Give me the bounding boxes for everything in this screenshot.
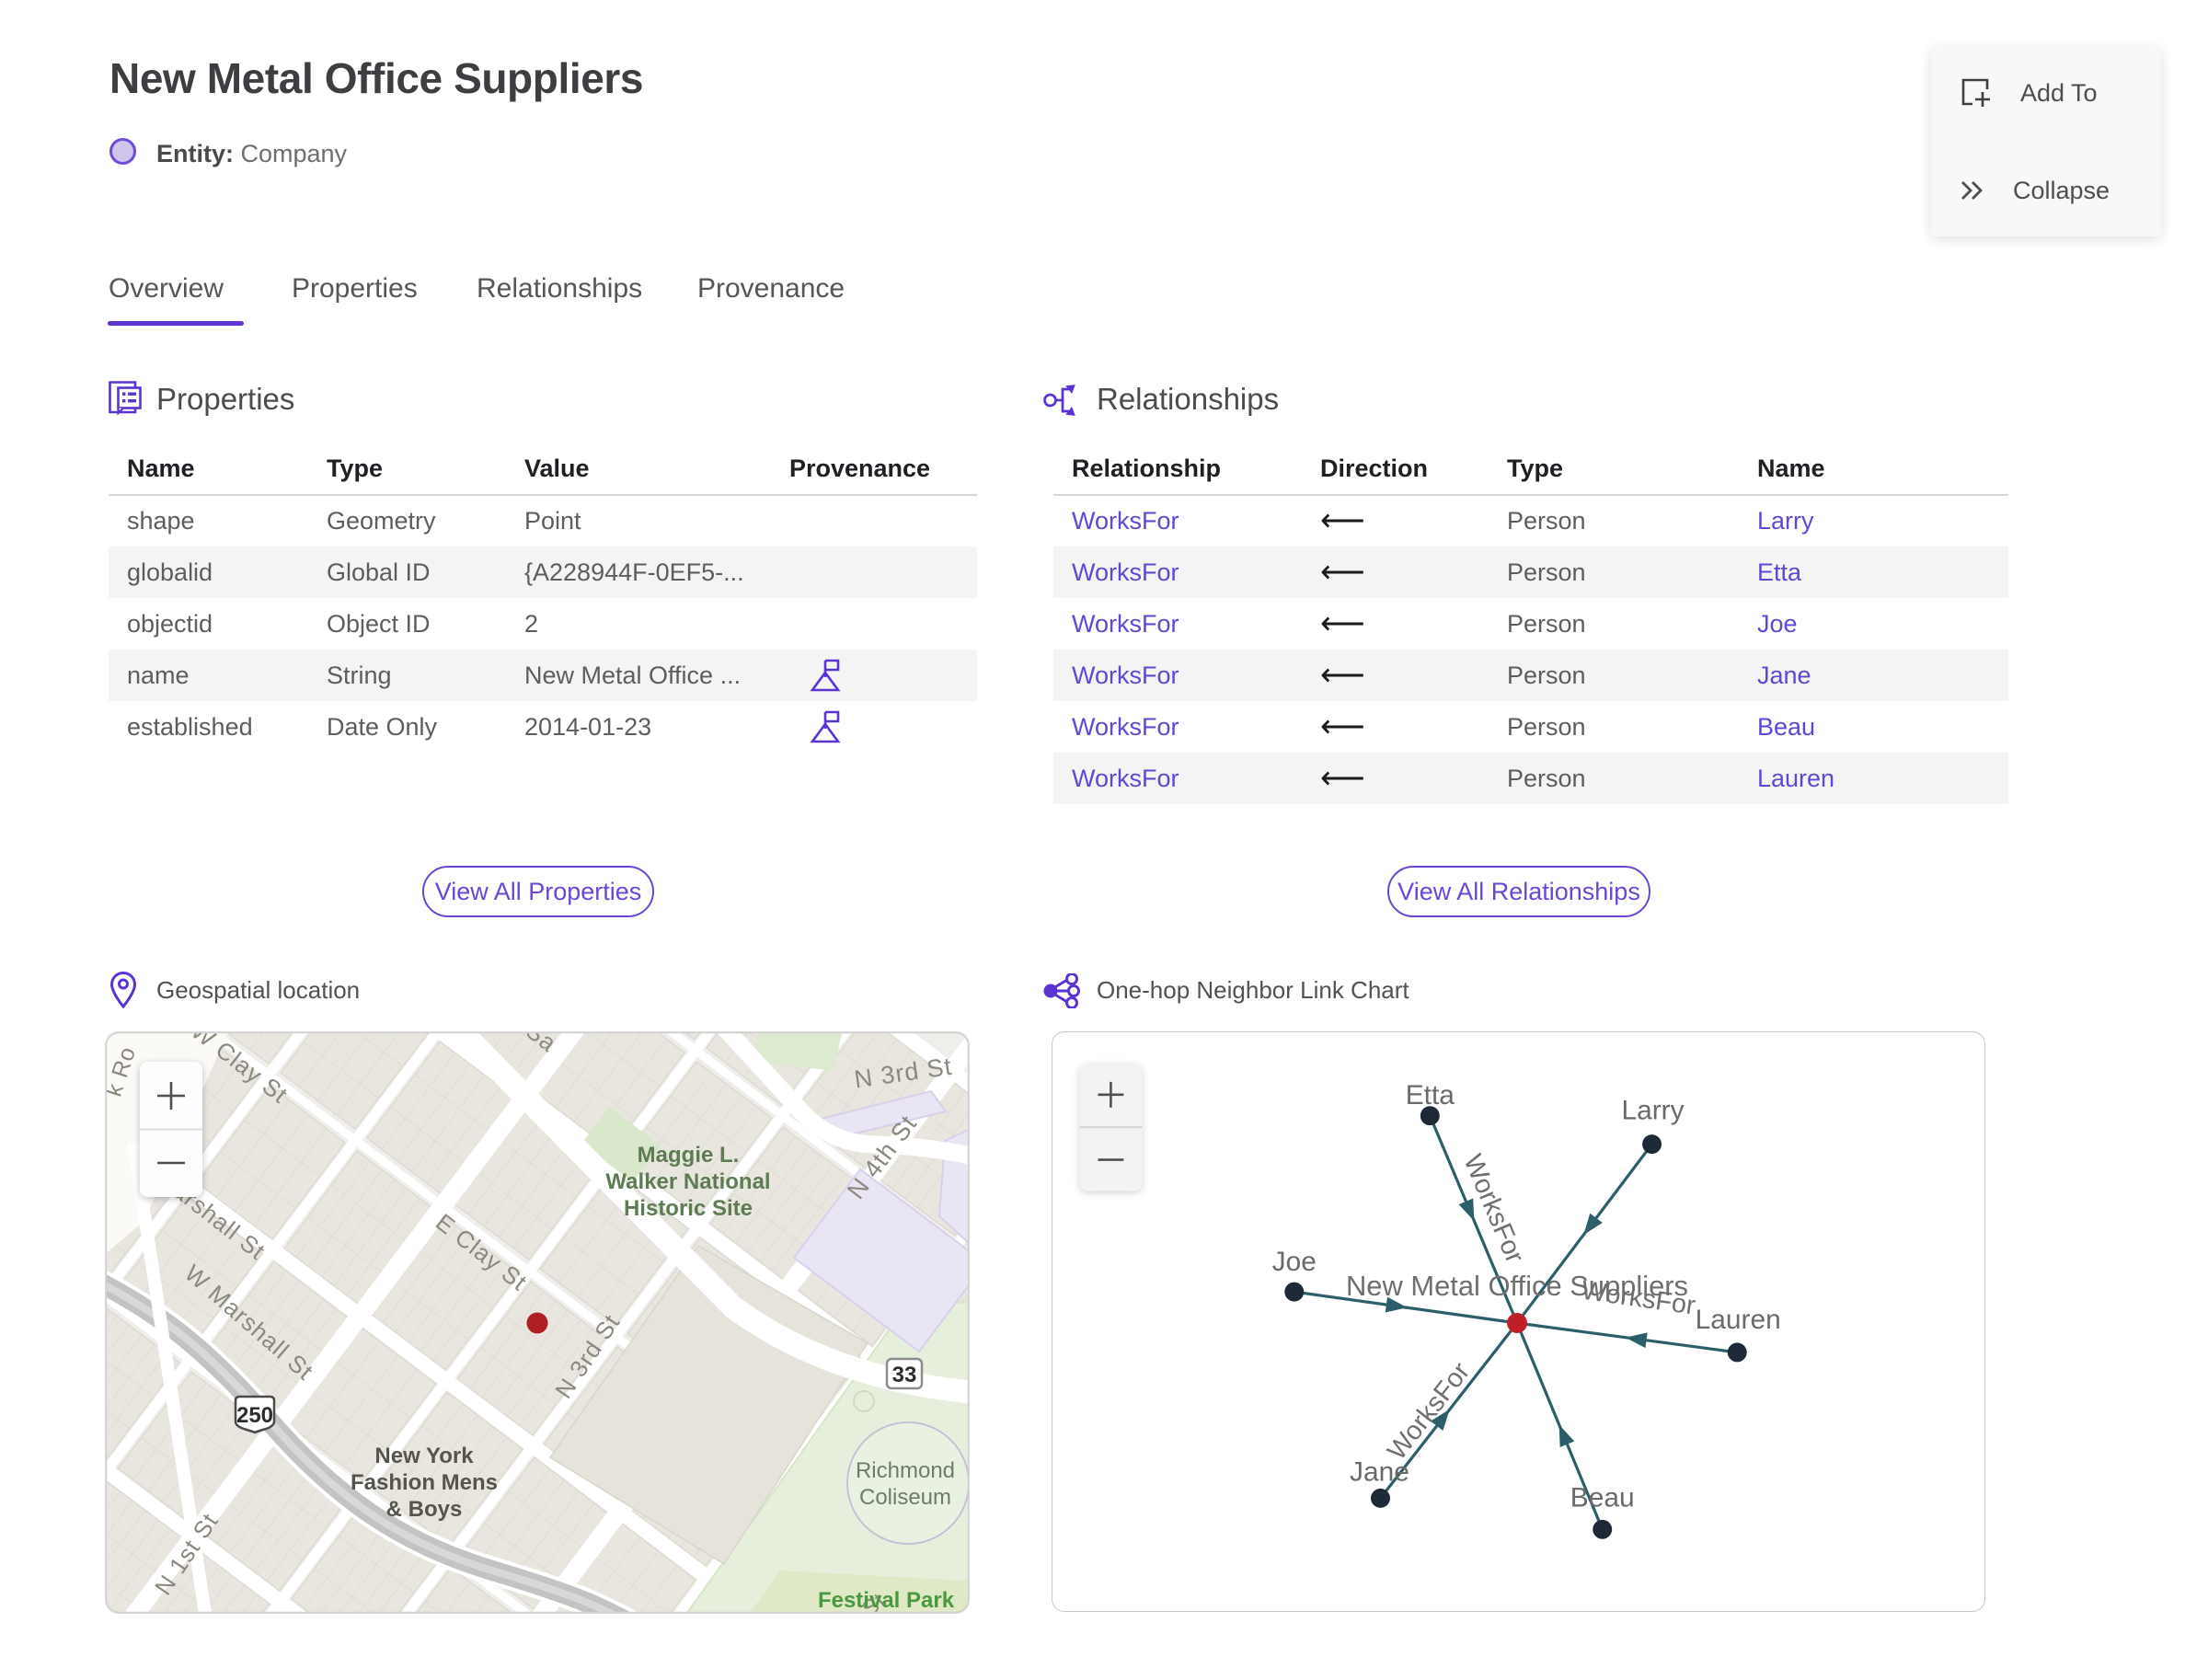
svg-text:33: 33	[892, 1363, 917, 1387]
svg-text:Festival Park: Festival Park	[818, 1588, 955, 1613]
svg-text:Coliseum: Coliseum	[859, 1485, 951, 1510]
svg-text:& Boys: & Boys	[386, 1497, 463, 1522]
svg-text:Etta: Etta	[1406, 1080, 1455, 1110]
svg-text:New York: New York	[374, 1444, 474, 1468]
svg-text:Beau: Beau	[1570, 1482, 1635, 1513]
svg-text:Fashion Mens: Fashion Mens	[351, 1470, 498, 1495]
svg-text:Lauren: Lauren	[1696, 1305, 1781, 1335]
svg-text:Walker National: Walker National	[605, 1169, 770, 1194]
svg-text:Maggie L.: Maggie L.	[638, 1143, 740, 1168]
svg-text:250: 250	[236, 1403, 273, 1428]
svg-text:Richmond: Richmond	[856, 1458, 955, 1483]
svg-text:Joe: Joe	[1272, 1247, 1317, 1277]
svg-text:WorksFor: WorksFor	[1382, 1357, 1476, 1466]
svg-text:Historic Site: Historic Site	[624, 1196, 753, 1221]
svg-text:Larry: Larry	[1621, 1096, 1684, 1126]
